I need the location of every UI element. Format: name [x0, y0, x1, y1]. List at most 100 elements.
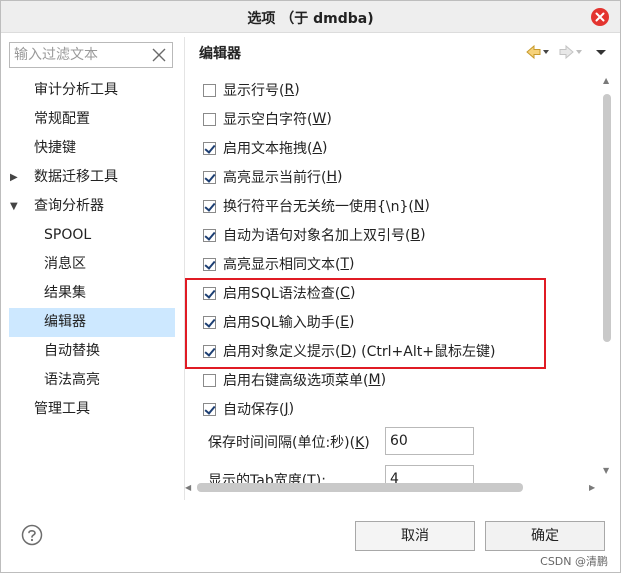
option-row[interactable]: 自动保存(J) — [196, 398, 294, 420]
clear-filter-icon[interactable] — [150, 46, 168, 64]
vertical-scroll-thumb[interactable] — [603, 94, 611, 342]
tree-item[interactable]: 常规配置 — [9, 105, 175, 134]
option-checkbox[interactable] — [203, 257, 216, 271]
tree-item[interactable]: ▶ 数据迁移工具 — [9, 163, 175, 192]
vertical-scrollbar[interactable]: ▲ ▼ — [599, 76, 615, 478]
option-label-tail: ) — [294, 82, 300, 98]
option-checkbox[interactable] — [203, 344, 216, 358]
tree-item-label: 语法高亮 — [44, 372, 100, 388]
tree-item-label: 结果集 — [44, 285, 86, 301]
expand-arrow-icon[interactable]: ▶ — [10, 163, 18, 192]
forward-icon — [559, 44, 582, 60]
tree-item[interactable]: SPOOL — [9, 221, 175, 250]
option-row[interactable]: 显示行号(R) — [196, 79, 300, 101]
option-label: 启用右键高级选项菜单( — [223, 373, 369, 389]
option-label-tail: ) — [420, 227, 426, 243]
title-bar: 选项 （于 dmdba) — [1, 1, 620, 33]
option-label: 换行符平台无关统一使用{\n}( — [223, 199, 414, 215]
tree-item-label: 快捷键 — [34, 140, 76, 156]
tree-item[interactable]: 审计分析工具 — [9, 76, 175, 105]
tree-item[interactable]: 消息区 — [9, 250, 175, 279]
option-label-tail: ) (Ctrl+Alt+鼠标左键) — [351, 344, 496, 360]
tree-item[interactable]: 语法高亮 — [9, 366, 175, 395]
option-mnemonic: C — [340, 285, 350, 301]
option-checkbox[interactable] — [203, 170, 216, 184]
filter-input[interactable] — [10, 43, 145, 67]
option-checkbox[interactable] — [203, 83, 216, 97]
option-mnemonic: N — [413, 198, 425, 214]
option-label: 高亮显示相同文本( — [223, 257, 341, 273]
option-row[interactable]: 启用SQL输入助手(E) — [196, 311, 355, 333]
option-row[interactable]: 高亮显示当前行(H) — [196, 166, 342, 188]
save-interval-label: 保存时间间隔(单位:秒)(K) — [208, 435, 370, 451]
horizontal-scroll-thumb[interactable] — [197, 483, 523, 492]
scroll-left-icon[interactable]: ◀ — [185, 483, 191, 492]
option-row[interactable]: 自动为语句对象名加上双引号(B) — [196, 224, 426, 246]
filter-box — [9, 42, 173, 68]
option-mnemonic: E — [340, 314, 350, 330]
option-label-tail: ) — [424, 198, 430, 214]
scroll-up-icon[interactable]: ▲ — [603, 76, 609, 85]
collapse-arrow-icon[interactable]: ▼ — [10, 192, 18, 221]
cancel-button[interactable]: 取消 — [355, 521, 475, 551]
tree-item[interactable]: 管理工具 — [9, 395, 175, 424]
option-checkbox[interactable] — [203, 402, 216, 416]
option-label-tail: ) — [322, 140, 328, 156]
tree-item-label: SPOOL — [44, 227, 92, 243]
option-label: 高亮显示当前行( — [223, 170, 327, 186]
option-checkbox[interactable] — [203, 112, 216, 126]
view-menu-icon[interactable] — [596, 50, 606, 55]
option-label-tail: ) — [337, 169, 343, 185]
tree-item-label: 消息区 — [44, 256, 86, 272]
tree-item-label: 管理工具 — [34, 401, 90, 417]
tree-item-label: 查询分析器 — [34, 198, 104, 214]
horizontal-scrollbar[interactable]: ◀ ▶ — [185, 481, 601, 495]
option-row[interactable]: 高亮显示相同文本(T) — [196, 253, 355, 275]
back-icon[interactable] — [526, 44, 549, 60]
option-label-tail: ) — [349, 285, 356, 301]
option-checkbox[interactable] — [203, 373, 216, 387]
option-label-tail: ) — [380, 372, 387, 388]
save-interval-input[interactable] — [385, 427, 474, 455]
scroll-down-icon[interactable]: ▼ — [603, 466, 609, 475]
option-checkbox[interactable] — [203, 286, 216, 300]
option-label: 启用文本拖拽( — [223, 141, 313, 157]
tree-item[interactable]: 快捷键 — [9, 134, 175, 163]
option-row[interactable]: 换行符平台无关统一使用{\n}(N) — [196, 195, 430, 217]
close-icon[interactable] — [590, 7, 610, 27]
option-mnemonic: D — [340, 343, 352, 359]
option-checkbox[interactable] — [203, 199, 216, 213]
option-checkbox[interactable] — [203, 228, 216, 242]
tree-item-label: 自动替换 — [44, 343, 100, 359]
option-label: 启用SQL语法检查( — [223, 286, 341, 302]
option-row[interactable]: 启用右键高级选项菜单(M) — [196, 369, 386, 391]
window-title: 选项 （于 dmdba) — [247, 11, 374, 27]
option-checkbox[interactable] — [203, 141, 216, 155]
option-row[interactable]: 启用对象定义提示(D) (Ctrl+Alt+鼠标左键) — [196, 340, 495, 362]
option-label: 启用SQL输入助手( — [223, 315, 341, 331]
help-icon[interactable] — [21, 524, 43, 546]
option-label-tail: ) — [349, 256, 355, 272]
option-row[interactable]: 启用SQL语法检查(C) — [196, 282, 355, 304]
option-mnemonic: R — [284, 82, 295, 98]
tree-item[interactable]: 自动替换 — [9, 337, 175, 366]
navigation-toolbar — [525, 43, 615, 61]
option-label-tail: ) — [326, 111, 332, 127]
scroll-right-icon[interactable]: ▶ — [589, 483, 595, 492]
option-label: 自动保存( — [223, 402, 285, 418]
tree-item[interactable]: ▼ 查询分析器 — [9, 192, 175, 221]
option-row[interactable]: 启用文本拖拽(A) — [196, 137, 328, 159]
pane-splitter[interactable] — [184, 37, 185, 500]
option-row[interactable]: 显示空白字符(W) — [196, 108, 332, 130]
preference-tree: 审计分析工具 常规配置快捷键 ▶ 数据迁移工具 ▼ 查询分析器 SPOOL 消息区结果集编辑器… — [9, 76, 175, 424]
tree-item[interactable]: 结果集 — [9, 279, 175, 308]
option-mnemonic: H — [326, 169, 337, 185]
editor-settings-panel: 保存时间间隔(单位:秒)(K) 显示的Tab宽度(T): 显示行号(R)显示空白… — [196, 76, 601, 484]
option-mnemonic: B — [410, 227, 421, 243]
tree-item[interactable]: 编辑器 — [9, 308, 175, 337]
option-label: 显示空白字符( — [223, 112, 313, 128]
option-checkbox[interactable] — [203, 315, 216, 329]
page-title: 编辑器 — [199, 46, 241, 62]
dialog-button-bar: 取消 确定 CSDN @清鹏 — [1, 501, 620, 572]
ok-button[interactable]: 确定 — [485, 521, 605, 551]
